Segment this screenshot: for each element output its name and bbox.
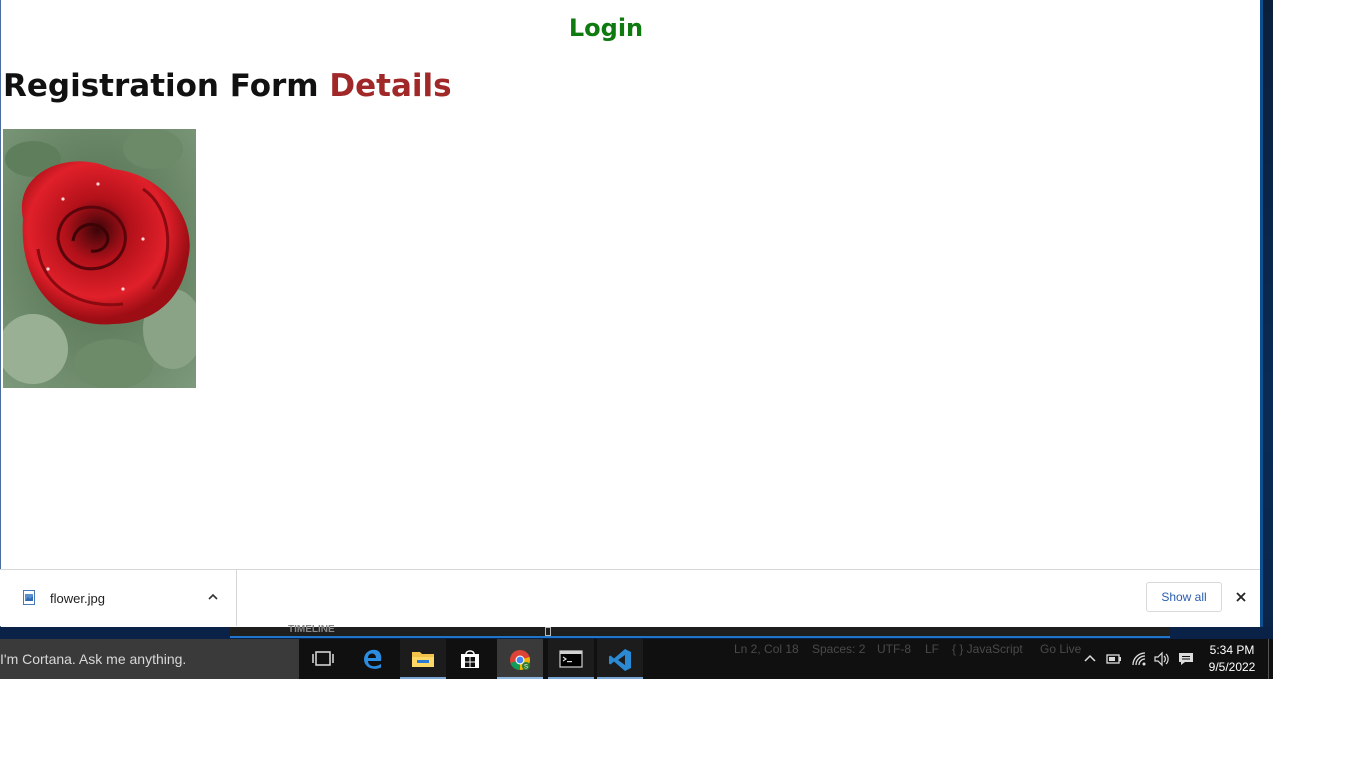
edge-icon [364,649,382,669]
notification-icon[interactable] [1178,651,1194,667]
volume-icon[interactable] [1153,651,1169,667]
vscode-timeline-panel [230,627,1170,638]
chevron-up-icon[interactable] [206,590,220,604]
terminal-icon [559,650,583,668]
wifi-icon[interactable] [1131,651,1147,667]
status-go-live: Go Live [1040,642,1082,656]
svg-text:S: S [524,665,528,671]
folder-icon [412,652,434,667]
system-clock[interactable]: 5:34 PM 9/5/2022 [1203,642,1261,676]
cortana-search-box[interactable]: I'm Cortana. Ask me anything. [0,639,299,679]
show-all-button[interactable]: Show all [1146,582,1222,612]
download-file-name: flower.jpg [50,591,105,606]
desktop-background [1260,0,1273,679]
vscode-button[interactable] [597,639,643,679]
timeline-label: TIMELINE [288,624,335,635]
status-line-col: Ln 2, Col 18 [734,642,799,656]
task-view-button[interactable] [300,639,346,679]
image-file-icon [23,590,35,605]
page-title-main: Registration Form [3,68,319,104]
status-spaces: Spaces: 2 [812,642,866,656]
chevron-up-icon[interactable] [1082,651,1098,667]
file-explorer-button[interactable] [400,639,446,679]
download-bar: flower.jpg Show all [0,569,1260,626]
edge-button[interactable] [350,639,396,679]
vscode-icon [609,649,631,671]
battery-icon[interactable] [1106,651,1122,667]
taskbar: I'm Cortana. Ask me anything. S Ln 2, Co… [0,639,1273,679]
page-title-details: Details [329,68,452,104]
task-view-icon [312,651,334,666]
status-encoding: UTF-8 [877,642,911,656]
clock-date: 9/5/2022 [1208,660,1256,674]
download-item[interactable]: flower.jpg [0,570,237,626]
close-icon[interactable] [1234,590,1248,604]
vscode-background-strip: TIMELINE [0,624,1273,639]
clock-time: 5:34 PM [1209,643,1255,657]
status-language: { } JavaScript [952,642,1023,656]
flower-image [3,129,196,388]
store-button[interactable] [447,639,493,679]
page-title: Registration Form Details [3,68,452,104]
status-eol: LF [925,642,940,656]
chrome-button[interactable]: S [497,639,543,679]
show-desktop-button[interactable] [1268,639,1274,679]
mouse-cursor [545,627,551,636]
chrome-icon: S [510,650,530,671]
login-heading[interactable]: Login [1,14,1211,42]
browser-viewport: Login Registration Form Details [0,0,1260,627]
store-icon [461,650,479,668]
terminal-button[interactable] [548,639,594,679]
